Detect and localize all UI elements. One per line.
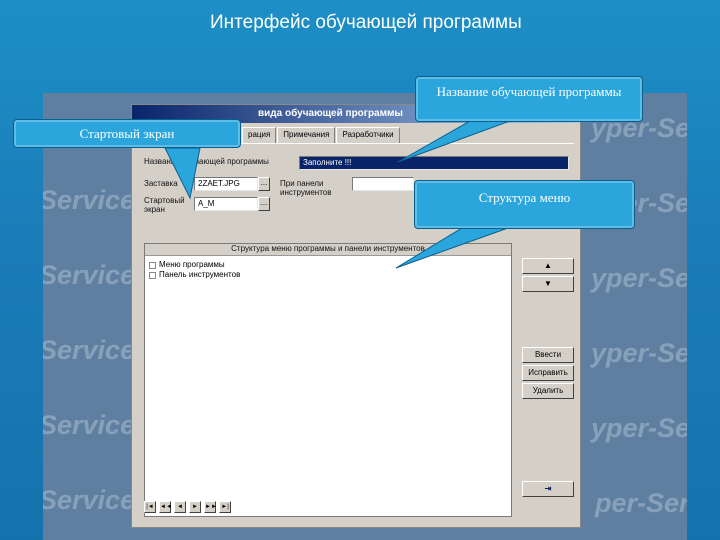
callout-tail-start (164, 147, 201, 200)
callout-menu-structure: Структура меню (414, 180, 635, 229)
callout-tail-name (397, 120, 511, 163)
callout-start-screen: Стартовый экран (13, 119, 241, 148)
callout-program-name: Название обучающей программы (415, 76, 643, 122)
callout-tail-menu (395, 227, 509, 269)
